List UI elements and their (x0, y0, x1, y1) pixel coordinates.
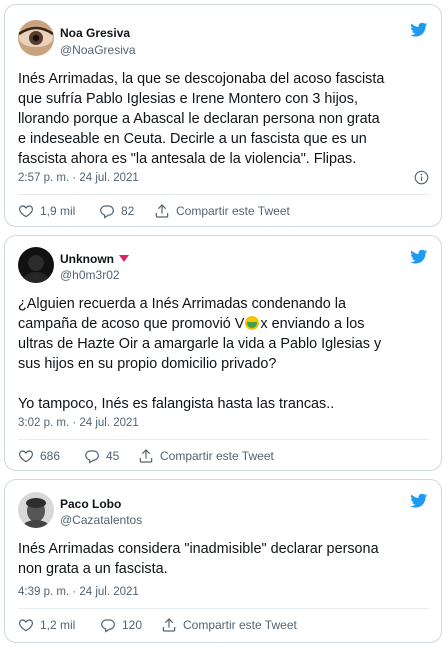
tweet-text: Inés Arrimadas, la que se descojonaba de… (18, 71, 385, 167)
divider (18, 439, 429, 440)
like-count: 1,2 mil (40, 618, 76, 632)
display-name[interactable]: Noa Gresiva (60, 26, 130, 40)
share-icon (161, 617, 177, 633)
twitter-bird-icon[interactable] (409, 492, 429, 509)
avatar[interactable] (18, 492, 54, 528)
flag-triangle-icon (119, 255, 129, 262)
user-handle[interactable]: @Cazatalentos (60, 513, 142, 527)
reply-bubble-icon (99, 203, 115, 219)
reply-count: 120 (122, 618, 143, 632)
reply-count: 82 (121, 204, 135, 218)
tweet-card[interactable]: Unknown @h0m3r02 ¿Alguien recuerda a Iné… (4, 235, 442, 471)
tweet-text: Inés Arrimadas considera "inadmisible" d… (18, 541, 379, 577)
heart-icon (18, 203, 34, 219)
share-label: Compartir este Tweet (183, 618, 297, 632)
heart-icon (18, 617, 34, 633)
share-label: Compartir este Tweet (176, 204, 290, 218)
tweet-actions: 1,9 mil 82 Compartir este Tweet (18, 202, 290, 220)
display-name[interactable]: Paco Lobo (60, 497, 121, 511)
info-icon[interactable] (414, 170, 429, 185)
reply-bubble-icon (84, 448, 100, 464)
reply-button[interactable]: 45 (84, 448, 138, 464)
twitter-bird-icon[interactable] (409, 21, 429, 38)
avatar[interactable] (18, 247, 54, 283)
tweet-text: ¿Alguien recuerda a Inés Arrimadas conde… (18, 296, 382, 412)
divider (18, 608, 429, 609)
share-icon (154, 203, 170, 219)
like-count: 1,9 mil (40, 204, 76, 218)
tweet-card[interactable]: Noa Gresiva @NoaGresiva Inés Arrimadas, … (4, 4, 442, 227)
user-handle[interactable]: @h0m3r02 (60, 268, 120, 282)
reply-button[interactable]: 82 (99, 203, 154, 219)
tweet-card[interactable]: Paco Lobo @Cazatalentos Inés Arrimadas c… (4, 479, 442, 643)
tweet-timestamp[interactable]: 2:57 p. m. · 24 jul. 2021 (18, 172, 139, 184)
reply-count: 45 (106, 449, 120, 463)
tweet-actions: 1,2 mil 120 Compartir este Tweet (18, 616, 297, 634)
tweet-timestamp[interactable]: 3:02 p. m. · 24 jul. 2021 (18, 417, 139, 429)
reply-button[interactable]: 120 (100, 617, 161, 633)
like-count: 686 (40, 449, 61, 463)
avatar[interactable] (18, 20, 54, 56)
like-button[interactable]: 686 (18, 448, 84, 464)
share-label: Compartir este Tweet (160, 449, 274, 463)
share-button[interactable]: Compartir este Tweet (138, 448, 274, 464)
like-button[interactable]: 1,9 mil (18, 203, 99, 219)
tweet-timestamp[interactable]: 4:39 p. m. · 24 jul. 2021 (18, 586, 139, 598)
reply-bubble-icon (100, 617, 116, 633)
nauseated-face-emoji-icon (245, 316, 260, 330)
divider (18, 194, 429, 195)
user-handle[interactable]: @NoaGresiva (60, 43, 136, 57)
heart-icon (18, 448, 34, 464)
tweet-actions: 686 45 Compartir este Tweet (18, 447, 274, 465)
share-icon (138, 448, 154, 464)
display-name[interactable]: Unknown (60, 252, 129, 266)
share-button[interactable]: Compartir este Tweet (154, 203, 290, 219)
twitter-bird-icon[interactable] (409, 248, 429, 265)
like-button[interactable]: 1,2 mil (18, 617, 100, 633)
share-button[interactable]: Compartir este Tweet (161, 617, 297, 633)
